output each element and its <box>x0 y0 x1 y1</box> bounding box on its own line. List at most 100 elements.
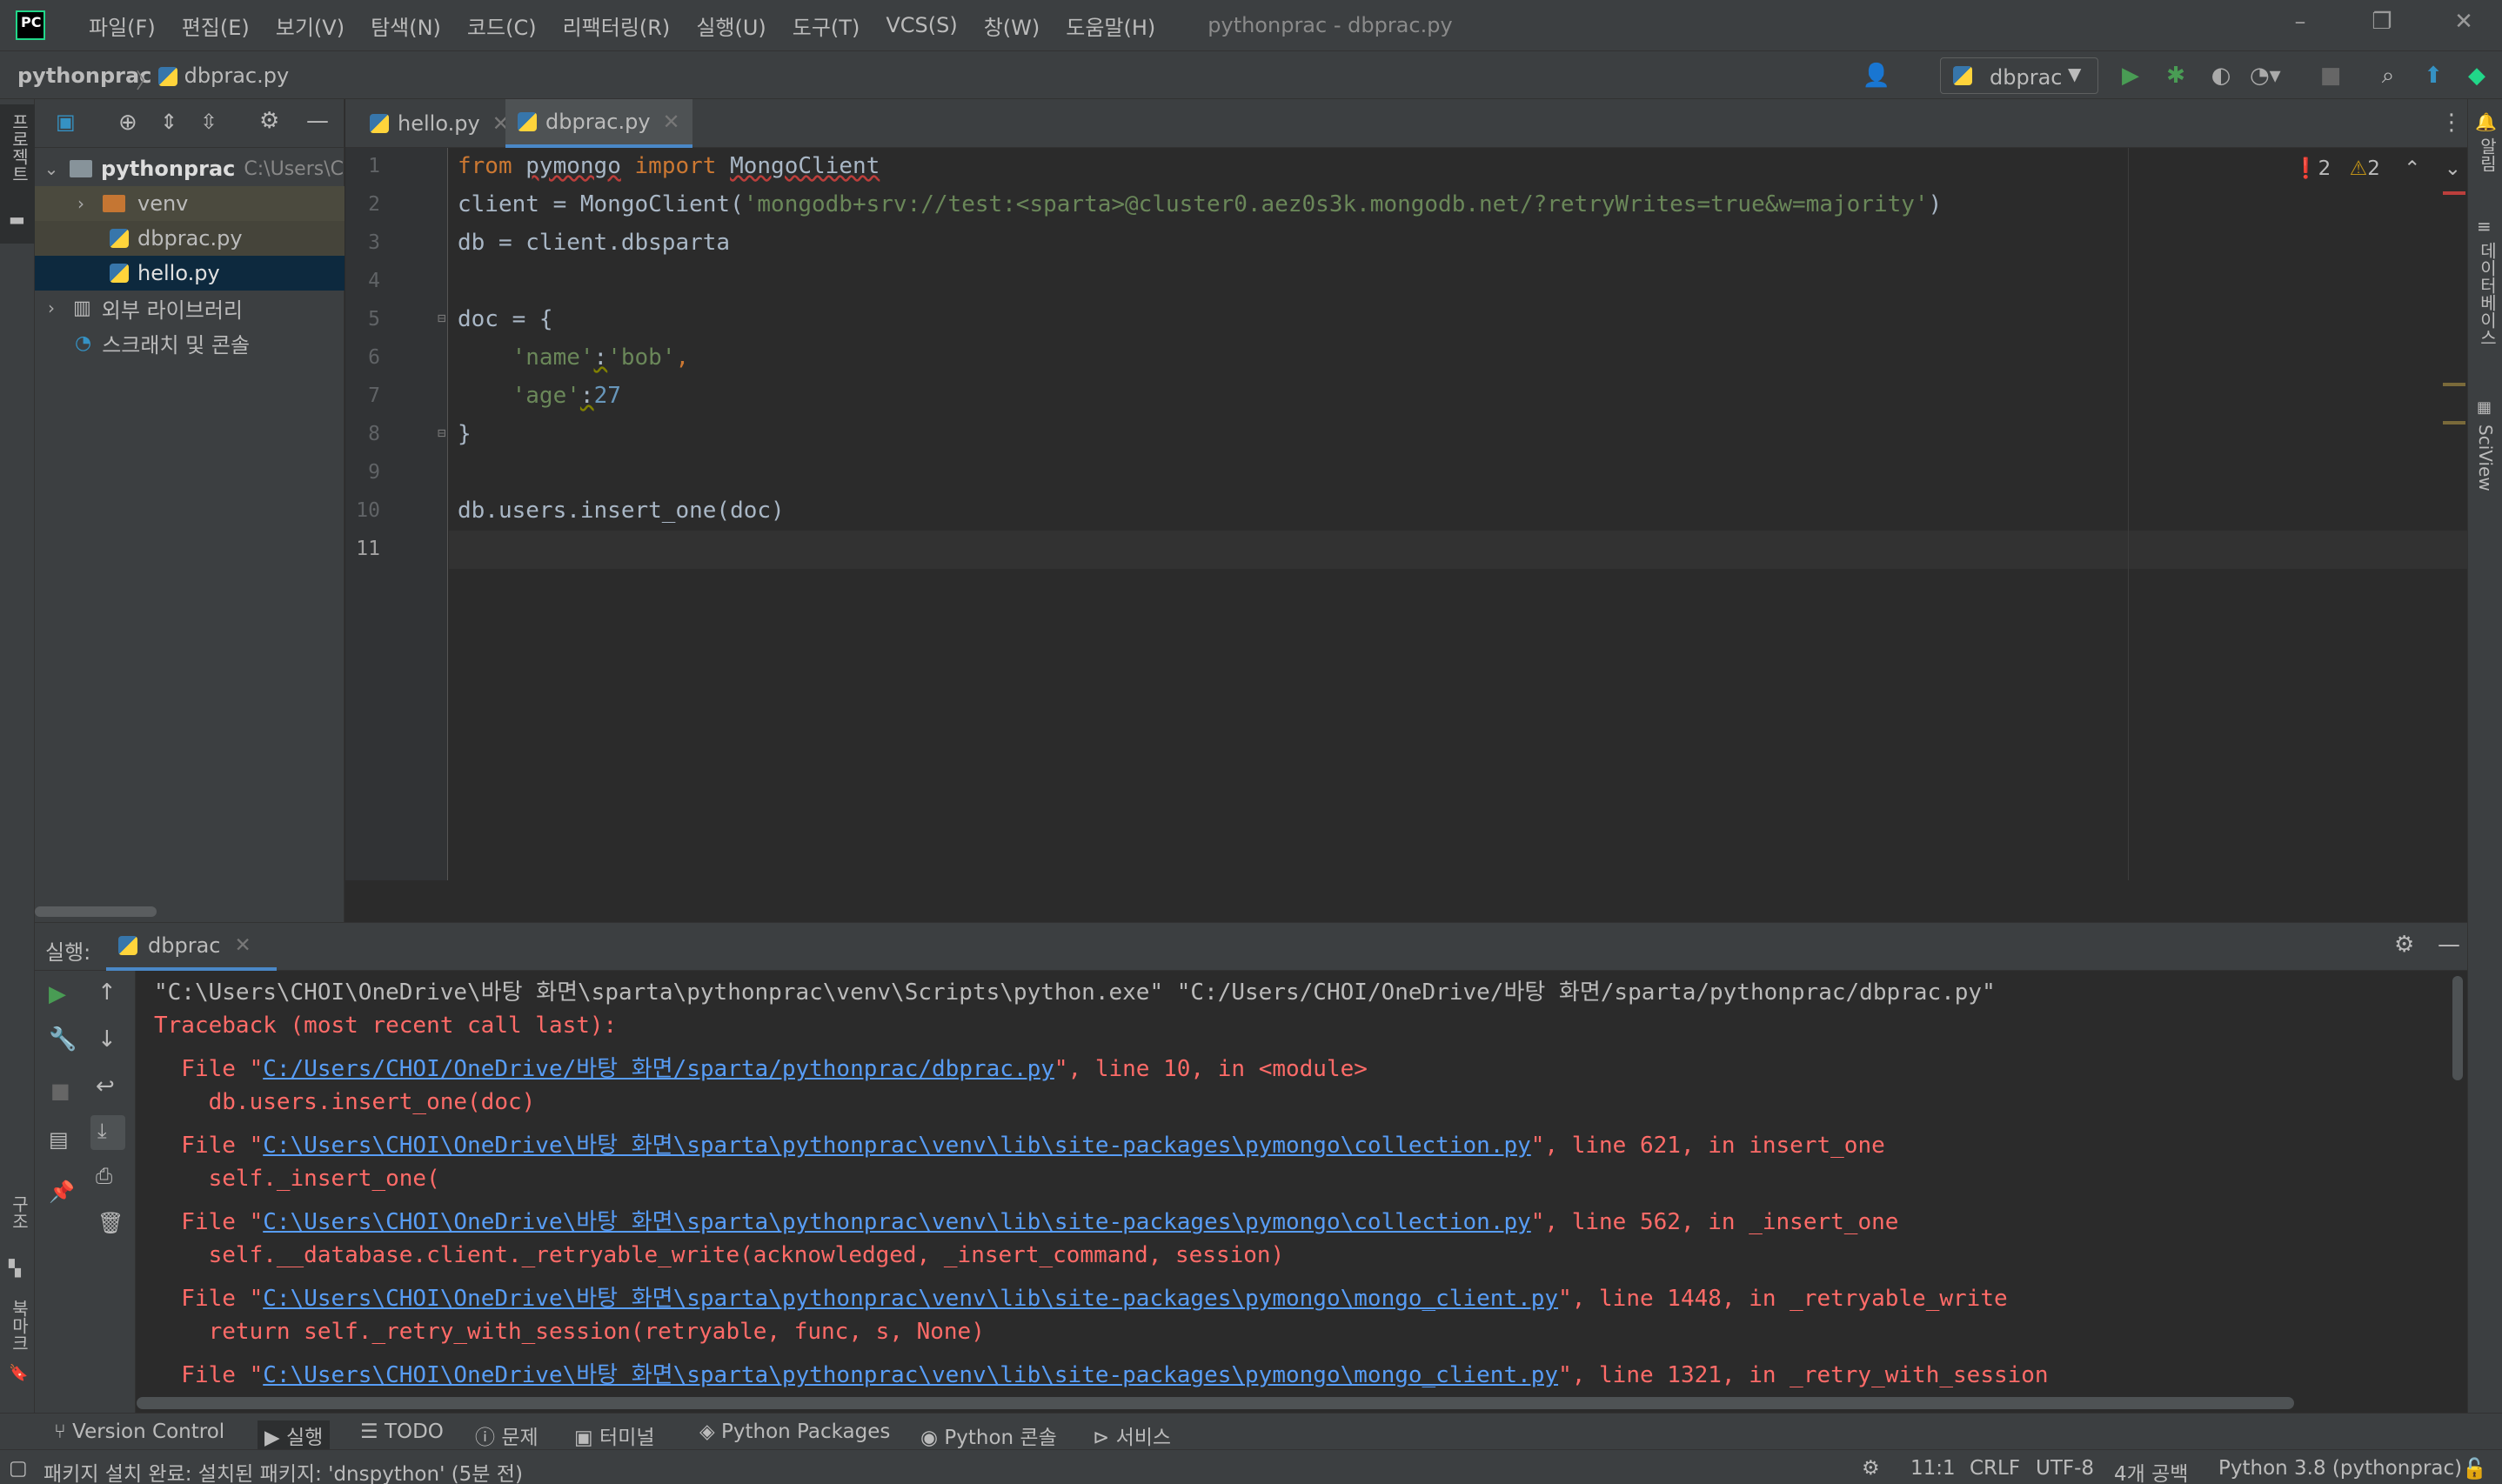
close-window-icon[interactable]: ✕ <box>2446 9 2481 40</box>
console-vertical-scrollbar[interactable] <box>2452 976 2463 1080</box>
tree-item-venv[interactable]: › venv <box>35 186 345 221</box>
run-tab-dbprac[interactable]: dbprac ✕ <box>106 923 277 971</box>
console-file-link[interactable]: C:\Users\CHOI\OneDrive\바탕 화면\sparta\pyth… <box>263 1133 1531 1159</box>
edit-config-icon[interactable]: 🔧 <box>49 1026 77 1053</box>
up-arrow-icon[interactable]: ↑ <box>97 979 117 1006</box>
menu-tools[interactable]: 도구(T) <box>793 10 860 41</box>
hide-panel-icon[interactable]: — <box>2438 932 2460 958</box>
sciview-tool-button[interactable]: ▦ SciView <box>2468 398 2502 511</box>
status-caret-position[interactable]: 11:1 <box>1910 1457 1956 1480</box>
status-message[interactable]: 패키지 설치 완료: 설치된 패키지: 'dnspython' (5분 전) <box>43 1457 523 1484</box>
print-icon[interactable]: ⎙ <box>96 1164 112 1188</box>
down-arrow-icon[interactable]: ↓ <box>97 1026 117 1053</box>
project-tool-button[interactable]: 프로젝트 ▬ <box>0 104 35 244</box>
more-icon[interactable]: ⋮ <box>2440 110 2463 136</box>
inspection-widget[interactable]: ❗2 ⚠2 ⌃ ⌄ <box>2293 157 2461 180</box>
plugin-icon[interactable]: ◆ <box>2462 61 2492 90</box>
tree-item-hello[interactable]: hello.py <box>35 256 345 291</box>
tree-root[interactable]: ⌄ pythonprac C:\Users\C <box>35 151 345 186</box>
minimize-icon[interactable]: – <box>2283 9 2318 40</box>
console-file-link[interactable]: C:\Users\CHOI\OneDrive\바탕 화면\sparta\pyth… <box>263 1362 1558 1388</box>
collapse-all-icon[interactable]: ⇳ <box>200 110 217 134</box>
error-icon: ❗ <box>2293 157 2318 180</box>
status-indent[interactable]: 4개 공백 <box>2114 1457 2188 1484</box>
console-file-link[interactable]: C:\Users\CHOI\OneDrive\바탕 화면\sparta\pyth… <box>263 1209 1531 1235</box>
debug-icon[interactable]: ✱ <box>2161 61 2191 90</box>
gear-icon[interactable]: ⚙ <box>2394 932 2414 958</box>
coverage-icon[interactable]: ◐ <box>2206 61 2236 90</box>
rerun-icon[interactable]: ▶ <box>49 981 66 1007</box>
tool-tab-todo[interactable]: ☰ TODO <box>360 1420 444 1443</box>
trash-icon[interactable]: 🗑 <box>97 1211 124 1235</box>
status-interpreter[interactable]: Python 3.8 (pythonprac) <box>2218 1457 2462 1480</box>
tool-tab-run[interactable]: ▶ 실행 <box>258 1420 331 1450</box>
run-config-select[interactable]: dbprac ▼ <box>1940 57 2098 94</box>
console-horizontal-scrollbar[interactable] <box>137 1397 2294 1409</box>
lock-icon[interactable]: 🔓 <box>2462 1457 2487 1481</box>
menu-navigate[interactable]: 탐색(N) <box>371 10 441 41</box>
number-literal: 27 <box>593 383 621 409</box>
fold-icon[interactable]: ⊟ <box>438 310 446 326</box>
console-file-link[interactable]: C:/Users/CHOI/OneDrive/바탕 화면/sparta/pyth… <box>263 1056 1054 1082</box>
previous-highlight-icon[interactable]: ⌃ <box>2404 157 2420 180</box>
console-output[interactable]: "C:\Users\CHOI\OneDrive\바탕 화면\sparta\pyt… <box>137 971 2467 1413</box>
scroll-to-end-button[interactable]: ⤓ <box>90 1115 125 1150</box>
tree-item-external-libraries[interactable]: › ▥ 외부 라이브러리 <box>35 291 345 325</box>
tab-hello[interactable]: hello.py ✕ <box>358 99 522 148</box>
tab-dbprac[interactable]: dbprac.py ✕ <box>505 99 692 148</box>
search-icon[interactable]: ⌕ <box>2373 61 2403 90</box>
hide-panel-icon[interactable]: — <box>306 108 329 134</box>
gear-icon[interactable]: ⚙ <box>259 108 279 134</box>
menu-help[interactable]: 도움말(H) <box>1066 10 1155 41</box>
menu-window[interactable]: 창(W) <box>984 10 1040 41</box>
menu-view[interactable]: 보기(V) <box>276 10 345 41</box>
tool-tab-python-packages[interactable]: ◈ Python Packages <box>699 1420 890 1443</box>
bookmarks-tool-button[interactable]: 북마크 🔖 <box>0 1300 35 1395</box>
panel-layout-icon[interactable]: ▣ <box>56 110 76 134</box>
notifications-tool-button[interactable]: 🔔 알림 <box>2468 111 2502 198</box>
close-tab-icon[interactable]: ✕ <box>663 110 680 134</box>
menu-refactor[interactable]: 리팩터링(R) <box>563 10 671 41</box>
locate-icon[interactable]: ⊕ <box>118 110 137 136</box>
next-highlight-icon[interactable]: ⌄ <box>2445 157 2461 180</box>
menu-run[interactable]: 실행(U) <box>696 10 766 41</box>
user-settings-icon[interactable]: ⚙ <box>1862 1457 1880 1480</box>
tree-item-scratches[interactable]: ◔ 스크래치 및 콘솔 <box>35 325 345 360</box>
layout-icon[interactable]: ▤ <box>49 1127 69 1152</box>
status-toggle-icon[interactable]: ▢ <box>9 1457 28 1480</box>
tool-tab-services[interactable]: ⊳ 서비스 <box>1093 1420 1171 1450</box>
code-editor[interactable]: from pymongo import MongoClient client =… <box>449 148 2467 880</box>
restore-icon[interactable]: ❐ <box>2365 9 2399 40</box>
run-icon[interactable]: ▶ <box>2116 61 2145 90</box>
status-encoding[interactable]: UTF-8 <box>2036 1457 2094 1480</box>
warning-stripe-mark[interactable] <box>2443 421 2465 424</box>
expand-all-icon[interactable]: ⇕ <box>160 110 177 134</box>
soft-wrap-icon[interactable]: ↩ <box>96 1073 115 1100</box>
console-file-link[interactable]: C:\Users\CHOI\OneDrive\바탕 화면\sparta\pyth… <box>263 1286 1558 1312</box>
database-tool-button[interactable]: ≡ 데이터베이스 <box>2468 216 2502 381</box>
user-icon[interactable]: 👤▾ <box>1862 61 1891 118</box>
menu-file[interactable]: 파일(F) <box>89 10 156 41</box>
tool-tab-python-console[interactable]: ◉ Python 콘솔 <box>920 1420 1057 1450</box>
warning-stripe-mark[interactable] <box>2443 383 2465 386</box>
tree-item-dbprac[interactable]: dbprac.py <box>35 221 345 256</box>
tool-tab-problems[interactable]: ⓘ 문제 <box>475 1420 539 1450</box>
structure-tool-button[interactable]: 구조 ▚ <box>0 1195 35 1291</box>
fold-end-icon[interactable]: ⊟ <box>438 424 446 441</box>
menu-vcs[interactable]: VCS(S) <box>886 13 957 37</box>
breadcrumb-file[interactable]: dbprac.py <box>158 64 289 88</box>
horizontal-scrollbar[interactable] <box>35 906 157 917</box>
status-line-separator[interactable]: CRLF <box>1970 1457 2020 1480</box>
close-tab-icon[interactable]: ✕ <box>234 934 251 957</box>
menu-code[interactable]: 코드(C) <box>467 10 537 41</box>
breadcrumb-project[interactable]: pythonprac <box>17 64 151 88</box>
stop-icon[interactable]: ■ <box>50 1079 70 1103</box>
profile-icon[interactable]: ◔▾ <box>2250 61 2281 90</box>
menu-edit[interactable]: 편집(E) <box>182 10 250 41</box>
pin-icon[interactable]: 📌 <box>49 1180 75 1204</box>
error-stripe-mark[interactable] <box>2443 191 2465 195</box>
tool-tab-terminal[interactable]: ▣ 터미널 <box>574 1420 655 1450</box>
tool-tab-version-control[interactable]: ⑂ Version Control <box>54 1420 224 1443</box>
update-icon[interactable]: ⬆ <box>2418 61 2448 90</box>
stop-icon[interactable]: ■ <box>2316 61 2345 90</box>
